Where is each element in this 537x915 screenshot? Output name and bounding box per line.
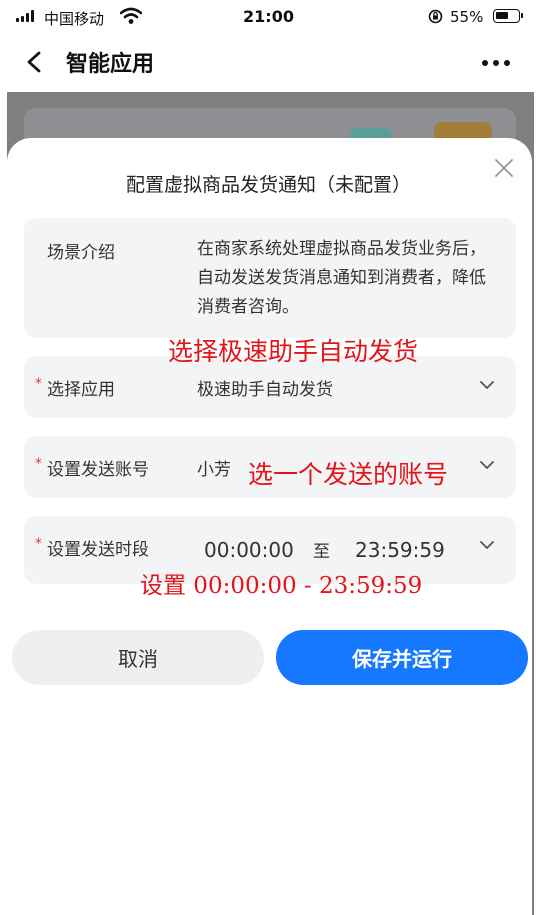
battery-percent: 55%: [450, 8, 484, 26]
select-app-value: 极速助手自动发货: [197, 380, 333, 400]
back-icon[interactable]: [24, 50, 46, 74]
cancel-button[interactable]: 取消: [12, 630, 264, 685]
save-and-run-button[interactable]: 保存并运行: [276, 630, 528, 685]
scene-intro-text: 在商家系统处理虚拟商品发货业务后，自动发送发货消息通知到消费者，降低消费者咨询。: [197, 239, 486, 317]
page-title: 智能应用: [66, 52, 155, 77]
time-separator: 至: [313, 542, 330, 562]
more-icon[interactable]: [482, 60, 510, 66]
end-time-input[interactable]: 23:59:59: [355, 538, 449, 562]
chevron-down-icon[interactable]: [479, 459, 495, 471]
status-bar: 中国移动 21:00 55%: [0, 0, 537, 34]
select-app-label: 选择应用: [47, 380, 115, 400]
send-account-value: 小芳: [197, 460, 231, 480]
battery-icon: [493, 9, 523, 23]
required-mark: *: [35, 456, 42, 472]
send-account-label: 设置发送账号: [47, 460, 149, 480]
start-time-input[interactable]: 00:00:00: [204, 538, 298, 562]
rotation-lock-icon: [428, 9, 443, 24]
send-time-label: 设置发送时段: [47, 540, 149, 560]
annotation-send-account: 选一个发送的账号: [248, 460, 449, 489]
close-icon[interactable]: [493, 157, 515, 179]
chevron-down-icon[interactable]: [479, 539, 495, 551]
required-mark: *: [35, 536, 42, 552]
annotation-send-time: 设置 00:00:00 - 23:59:59: [140, 573, 423, 599]
nav-bar: 智能应用: [0, 34, 537, 90]
dialog-title: 配置虚拟商品发货通知（未配置）: [125, 174, 411, 196]
required-mark: *: [35, 376, 42, 392]
annotation-select-app: 选择极速助手自动发货: [168, 337, 419, 366]
scene-intro-label: 场景介绍: [47, 243, 115, 263]
chevron-down-icon[interactable]: [479, 379, 495, 391]
scene-intro-card: 场景介绍 在商家系统处理虚拟商品发货业务后，自动发送发货消息通知到消费者，降低消…: [24, 218, 516, 338]
